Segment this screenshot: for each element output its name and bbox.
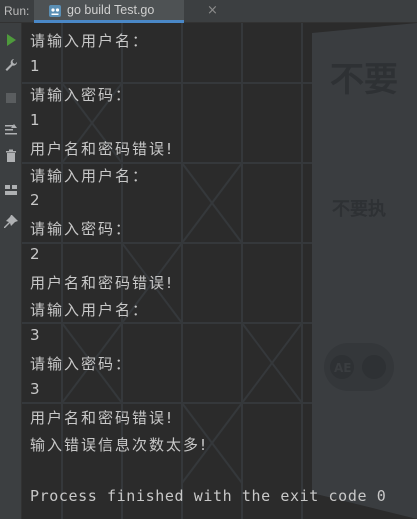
console-line: 3	[30, 325, 42, 344]
run-header-bar: Run: go build Test.go ×	[0, 0, 417, 23]
pin-icon[interactable]	[3, 214, 19, 230]
console-line: 2	[30, 245, 42, 264]
run-toolbar	[0, 23, 22, 519]
console-line: 请输入用户名：	[30, 166, 150, 185]
console-line: 3	[30, 379, 42, 398]
tab-title: go build Test.go	[67, 3, 155, 17]
console-line: 1	[30, 56, 42, 75]
trash-icon[interactable]	[3, 148, 19, 164]
console-line: 请输入密码：	[30, 85, 133, 104]
tab-go-build-test[interactable]: go build Test.go ×	[34, 0, 218, 23]
console-output[interactable]: 不要 不要执 AE 请输入用户名： 1 请输入密码： 1 用户名和密码错误! 请输入用户名…	[22, 23, 417, 519]
console-line: 请输入用户名：	[30, 301, 150, 319]
exit-message: Process finished with the exit code 0	[30, 487, 387, 505]
console-line: 2	[30, 191, 42, 210]
console-line: 用户名和密码错误!	[30, 408, 175, 427]
layout-icon[interactable]	[3, 182, 19, 198]
console-line: 请输入密码：	[30, 220, 133, 239]
console-line: 用户名和密码错误!	[30, 139, 175, 158]
close-icon[interactable]: ×	[207, 3, 218, 18]
run-tool-window: Run: go build Test.go × 不要 不要执 AE 请输入用户名…	[0, 0, 417, 519]
sign-text-small: 不要执	[332, 198, 386, 220]
go-file-icon	[49, 5, 61, 17]
console-line: 用户名和密码错误!	[30, 274, 175, 293]
console-line: 1	[30, 110, 42, 129]
console-line: 请输入密码：	[30, 354, 133, 373]
badge-text: AE	[334, 361, 351, 375]
console-line: 输入错误信息次数太多!	[30, 435, 209, 454]
sort-icon[interactable]	[3, 122, 19, 138]
console-line: 请输入用户名：	[30, 32, 150, 50]
run-icon[interactable]	[3, 32, 19, 48]
run-label: Run:	[4, 4, 30, 18]
sign-text-large: 不要	[330, 60, 398, 100]
wrench-icon[interactable]	[3, 57, 19, 73]
stop-icon[interactable]	[3, 90, 19, 106]
